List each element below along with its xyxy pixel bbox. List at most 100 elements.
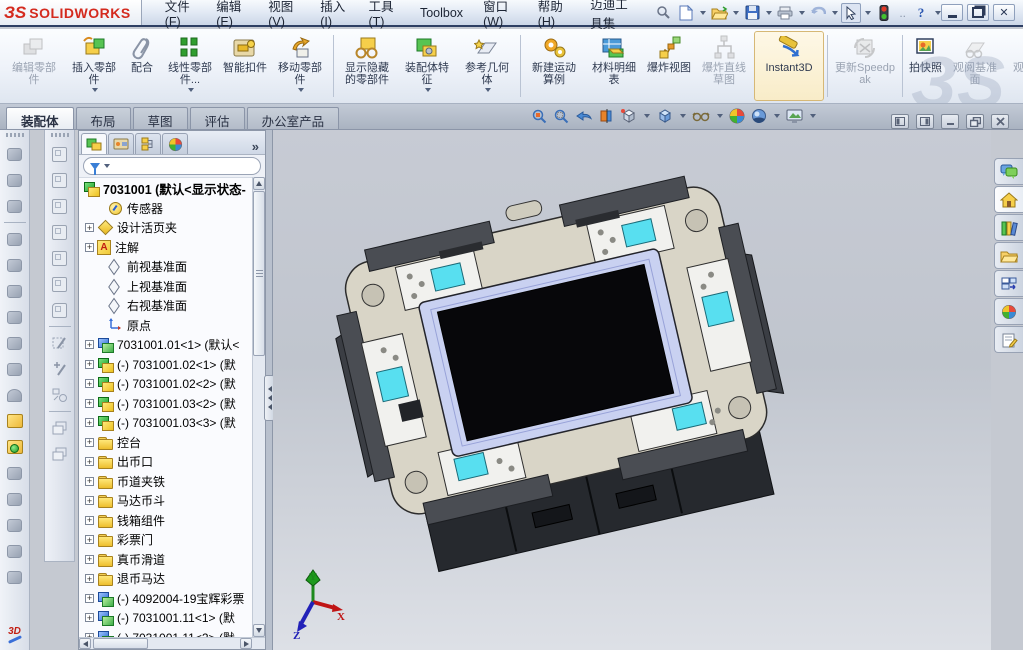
solidworks-forum-tab[interactable] — [994, 158, 1023, 185]
scroll-down-icon[interactable] — [253, 624, 265, 637]
expand-icon[interactable] — [85, 399, 94, 408]
restore-icon[interactable] — [967, 4, 989, 21]
replace-component-tool-icon[interactable] — [3, 357, 27, 381]
reference-geometry-button[interactable]: 参考几何体 — [457, 31, 517, 101]
edit-appearance-icon[interactable] — [729, 108, 745, 124]
smart-fasteners-tool-icon[interactable] — [3, 279, 27, 303]
home-tab[interactable] — [994, 186, 1023, 213]
expand-icon[interactable] — [85, 340, 94, 349]
apply-scene-caret[interactable] — [774, 114, 780, 118]
zoom-area-icon[interactable] — [553, 108, 569, 124]
tree-item-component[interactable]: (-) 7031001.11<1> (默 — [79, 608, 265, 628]
panel-splitter[interactable] — [266, 130, 273, 650]
tree-horizontal-scrollbar[interactable] — [79, 637, 265, 649]
show-hidden-components-button[interactable]: 显示隐藏的零部件 — [337, 31, 397, 101]
print-caret[interactable] — [799, 11, 805, 15]
expand-icon[interactable] — [85, 360, 94, 369]
expand-icon[interactable] — [85, 379, 94, 388]
tree-item-component[interactable]: 7031001.01<1> (默认< — [79, 335, 265, 355]
mate-button[interactable]: 配合 — [124, 31, 160, 101]
scroll-up-icon[interactable] — [253, 177, 265, 190]
hide-show-tool-icon[interactable] — [3, 565, 27, 589]
doc-close-icon[interactable] — [991, 114, 1009, 129]
filter-caret[interactable] — [104, 164, 110, 168]
toolbar-grip[interactable] — [6, 133, 24, 137]
propertymanager-tab[interactable] — [108, 133, 134, 154]
tab-sketch[interactable]: 草图 — [133, 107, 188, 129]
sketch-tool-icon[interactable] — [48, 331, 72, 355]
isolate-tool-icon[interactable] — [3, 409, 27, 433]
tree-item-folder[interactable]: 控台 — [79, 433, 265, 453]
tree-item-folder[interactable]: 币道夹铁 — [79, 472, 265, 492]
doc-minimize-icon[interactable] — [941, 114, 959, 129]
view-left-cube-icon[interactable] — [48, 194, 72, 218]
print-icon[interactable] — [775, 3, 795, 23]
view-reference-axis-button[interactable]: 观阅基准轴 — [1005, 31, 1023, 101]
dissolve-subassembly-tool-icon[interactable] — [3, 513, 27, 537]
tree-item-design-binder[interactable]: 设计活页夹 — [79, 218, 265, 238]
panel-overflow-chevron-icon[interactable] — [252, 139, 259, 154]
minimize-icon[interactable] — [941, 4, 963, 21]
view-orientation-icon[interactable] — [620, 108, 637, 124]
view-orientation-caret[interactable] — [644, 114, 650, 118]
sketch-entities-tool-icon[interactable] — [48, 383, 72, 407]
update-speedpak-button[interactable]: 更新Speedpak — [831, 31, 899, 101]
appearances-scenes-tab[interactable] — [994, 298, 1023, 325]
tree-root-item[interactable]: 7031001 (默认<显示状态- — [79, 179, 265, 199]
tree-item-component[interactable]: (-) 7031001.11<2> (默 — [79, 628, 265, 638]
hide-show-items-icon[interactable] — [692, 109, 710, 123]
tree-item-component[interactable]: (-) 7031001.02<2> (默 — [79, 374, 265, 394]
insert-component-tool-icon[interactable] — [3, 168, 27, 192]
interference-tool-icon[interactable] — [3, 461, 27, 485]
display-style-icon[interactable] — [656, 108, 673, 124]
expand-icon[interactable] — [85, 555, 94, 564]
view-back-cube-icon[interactable] — [48, 168, 72, 192]
pane-left-icon[interactable] — [891, 114, 909, 129]
3d-sketch-icon[interactable]: 3D — [3, 617, 27, 649]
take-snapshot-button[interactable]: 拍快照 — [906, 31, 945, 101]
new-motion-study-button[interactable]: 新建运动算例 — [524, 31, 584, 101]
previous-view-icon[interactable] — [575, 108, 592, 124]
add-sketch-tool-icon[interactable] — [48, 357, 72, 381]
view-right-cube-icon[interactable] — [48, 220, 72, 244]
apply-scene-icon[interactable] — [751, 108, 767, 124]
zoom-fit-icon[interactable] — [531, 108, 547, 124]
tree-item-folder[interactable]: 钱箱组件 — [79, 511, 265, 531]
expand-icon[interactable] — [85, 594, 94, 603]
select-cursor-icon[interactable] — [841, 3, 861, 23]
view-top-cube-icon[interactable] — [48, 246, 72, 270]
move-component-caret[interactable] — [298, 88, 304, 92]
featuremanager-tree-tab[interactable] — [81, 133, 107, 154]
bill-of-materials-button[interactable]: 材料明细表 — [584, 31, 644, 101]
tab-assembly[interactable]: 装配体 — [6, 107, 74, 129]
tree-item-right-plane[interactable]: 右视基准面 — [79, 296, 265, 316]
open-icon[interactable] — [709, 3, 729, 23]
scroll-left-icon[interactable] — [79, 638, 91, 649]
display-style-caret[interactable] — [680, 114, 686, 118]
tree-item-folder[interactable]: 彩票门 — [79, 530, 265, 550]
tree-item-annotations[interactable]: A 注解 — [79, 238, 265, 258]
tree-item-component[interactable]: (-) 7031001.03<3> (默 — [79, 413, 265, 433]
interrupt-traffic-light-icon[interactable] — [874, 3, 894, 23]
exploded-view-button[interactable]: 爆炸视图 — [644, 31, 694, 101]
linear-pattern-caret[interactable] — [188, 88, 194, 92]
hide-show-items-caret[interactable] — [717, 114, 723, 118]
arcade-machine-model[interactable] — [311, 170, 831, 620]
assembly-features-caret[interactable] — [425, 88, 431, 92]
doc-restore-icon[interactable] — [966, 114, 984, 129]
expand-icon[interactable] — [85, 243, 94, 252]
tree-item-folder[interactable]: 真币滑道 — [79, 550, 265, 570]
rotate-component-tool-icon[interactable] — [3, 331, 27, 355]
explode-line-sketch-button[interactable]: 爆炸直线草图 — [694, 31, 754, 101]
view-settings-caret[interactable] — [810, 114, 816, 118]
section-view-icon[interactable] — [598, 108, 614, 124]
expand-icon[interactable] — [85, 496, 94, 505]
make-subassembly-tool-icon[interactable] — [3, 487, 27, 511]
cascade-windows-icon[interactable] — [48, 416, 72, 440]
component-pattern-tool-icon[interactable] — [3, 227, 27, 251]
graphics-viewport[interactable]: Y X Z — [273, 130, 991, 650]
tab-office-products[interactable]: 办公室产品 — [247, 107, 340, 129]
configurationmanager-tab[interactable] — [135, 133, 161, 154]
tree-item-component[interactable]: (-) 7031001.03<2> (默 — [79, 394, 265, 414]
custom-properties-tab[interactable] — [994, 326, 1023, 353]
